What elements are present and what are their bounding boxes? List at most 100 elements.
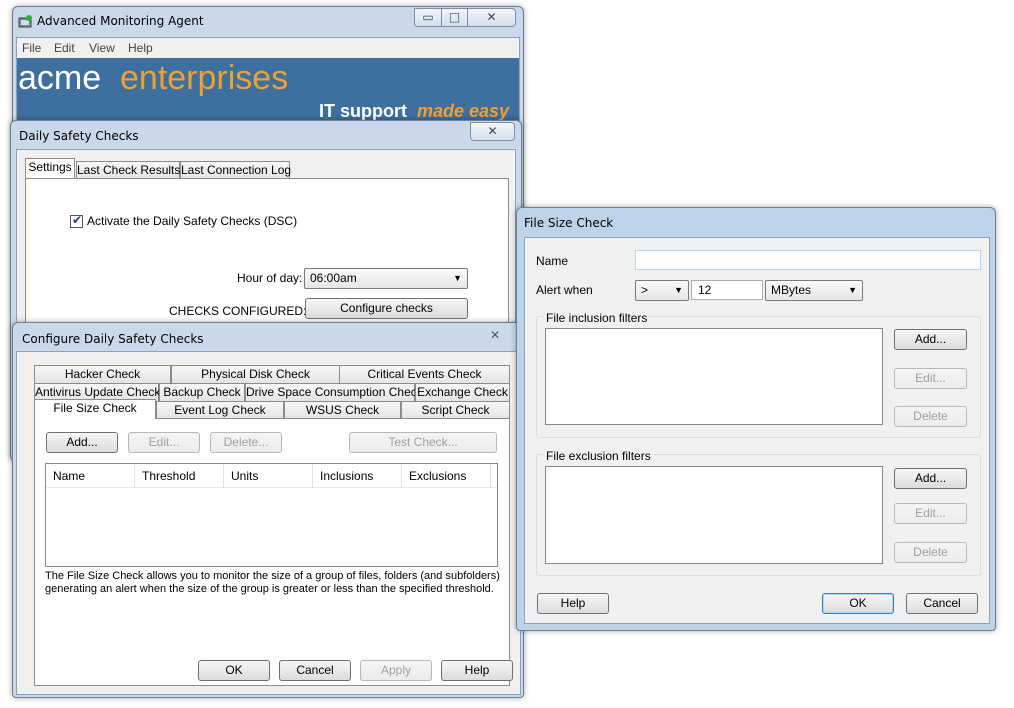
help-label: Help <box>464 663 490 677</box>
edit-label: Edit... <box>915 506 946 520</box>
column-exclusions[interactable]: Exclusions <box>402 464 491 488</box>
tab-label: Event Log Check <box>174 403 266 417</box>
tab-settings[interactable]: Settings <box>25 158 75 178</box>
tab-drive-space-consumption-check[interactable]: Drive Space Consumption Check <box>245 383 423 401</box>
brand-banner: acme enterprises IT support made easy <box>17 58 519 124</box>
tab-wsus-check[interactable]: WSUS Check <box>284 401 401 419</box>
tab-label: Exchange Check <box>417 385 508 399</box>
add-label: Add... <box>914 332 947 346</box>
tab-hacker-check[interactable]: Hacker Check <box>34 365 171 383</box>
add-label: Add... <box>66 435 98 449</box>
inclusion-delete-button[interactable]: Delete <box>894 406 967 427</box>
tab-label: Physical Disk Check <box>201 367 310 381</box>
minimize-button[interactable]: ▭ <box>414 8 442 27</box>
inclusion-add-button[interactable]: Add... <box>894 329 967 350</box>
inclusion-filters-label: File inclusion filters <box>544 311 650 325</box>
tab-last-check-results[interactable]: Last Check Results <box>76 161 180 179</box>
tab-last-check-results-label: Last Check Results <box>77 163 181 177</box>
file-size-dialog-titlebar[interactable]: File Size Check <box>517 208 995 236</box>
inclusion-edit-button[interactable]: Edit... <box>894 368 967 389</box>
checks-table[interactable]: Name Threshold Units Inclusions Exclusio… <box>45 463 498 567</box>
tab-event-log-check[interactable]: Event Log Check <box>156 401 284 419</box>
exclusion-delete-button[interactable]: Delete <box>894 542 967 563</box>
tab-label: Critical Events Check <box>367 367 482 381</box>
menu-view[interactable]: View <box>89 41 115 55</box>
tab-critical-events-check[interactable]: Critical Events Check <box>339 365 510 383</box>
exclusion-filters-label: File exclusion filters <box>544 449 653 463</box>
tab-exchange-check[interactable]: Exchange Check <box>415 383 510 401</box>
tab-last-connection-log[interactable]: Last Connection Log <box>180 161 291 179</box>
tab-physical-disk-check[interactable]: Physical Disk Check <box>171 365 340 383</box>
ok-button[interactable]: OK <box>198 660 270 681</box>
tab-script-check[interactable]: Script Check <box>401 401 510 419</box>
hour-select-value: 06:00am <box>310 271 357 285</box>
tab-label: File Size Check <box>53 401 137 415</box>
menu-file[interactable]: File <box>22 41 41 55</box>
operator-select[interactable]: > ▼ <box>635 280 689 301</box>
exclusion-filters-list[interactable] <box>545 466 883 564</box>
brand-tagline: made easy <box>417 101 510 121</box>
test-check-button[interactable]: Test Check... <box>349 432 497 453</box>
dsc-close-button[interactable]: ✕ <box>470 122 515 141</box>
add-check-button[interactable]: Add... <box>46 432 118 453</box>
column-name[interactable]: Name <box>46 464 135 488</box>
app-icon <box>18 15 32 29</box>
minimize-icon: ▭ <box>422 10 434 24</box>
exclusion-edit-button[interactable]: Edit... <box>894 503 967 524</box>
activate-label: Activate the Daily Safety Checks (DSC) <box>87 214 298 228</box>
table-header: Name Threshold Units Inclusions Exclusio… <box>46 464 497 488</box>
close-icon[interactable]: ✕ <box>490 328 500 342</box>
column-units[interactable]: Units <box>224 464 313 488</box>
tab-label: Drive Space Consumption Check <box>246 385 423 399</box>
hour-label: Hour of day: <box>237 271 303 285</box>
tab-label: Antivirus Update Check <box>35 385 161 399</box>
menu-edit[interactable]: Edit <box>54 41 75 55</box>
name-input[interactable] <box>635 250 981 270</box>
file-size-dialog: File Size Check Name Alert when > ▼ 12 M… <box>516 207 996 631</box>
close-button[interactable]: ✕ <box>467 8 516 27</box>
checkmark-icon: ✔ <box>72 213 83 227</box>
close-icon: ✕ <box>487 124 498 138</box>
menu-help[interactable]: Help <box>128 41 153 55</box>
delete-check-button[interactable]: Delete... <box>210 432 282 453</box>
inclusion-filters-list[interactable] <box>545 328 883 425</box>
dsc-dialog-title: Daily Safety Checks <box>19 129 139 143</box>
brand-acme: acme <box>18 59 102 97</box>
alert-when-label: Alert when <box>536 283 593 297</box>
column-inclusions[interactable]: Inclusions <box>313 464 402 488</box>
exclusion-add-button[interactable]: Add... <box>894 468 967 489</box>
dropdown-arrow-icon: ▼ <box>848 285 857 295</box>
maximize-button[interactable]: □ <box>441 8 468 27</box>
threshold-input[interactable]: 12 <box>691 280 763 300</box>
configure-dialog: Configure Daily Safety Checks ✕ Hacker C… <box>12 322 524 698</box>
main-window-title: Advanced Monitoring Agent <box>37 14 204 28</box>
apply-button[interactable]: Apply <box>360 660 432 681</box>
units-value: MBytes <box>771 283 812 297</box>
tab-label: Hacker Check <box>64 367 141 381</box>
name-label: Name <box>536 254 569 268</box>
file-size-check-pane: Add... Edit... Delete... Test Check... N… <box>34 418 513 686</box>
edit-check-button[interactable]: Edit... <box>128 432 200 453</box>
checks-configured: CHECKS CONFIGURED:9 <box>169 304 314 318</box>
delete-label: Delete <box>913 545 948 559</box>
configure-checks-button[interactable]: Configure checks <box>305 298 468 319</box>
close-icon: ✕ <box>486 10 497 24</box>
tab-file-size-check[interactable]: File Size Check <box>34 399 156 419</box>
delete-label: Delete <box>913 409 948 423</box>
edit-label: Edit... <box>915 371 946 385</box>
configure-dialog-titlebar[interactable]: Configure Daily Safety Checks ✕ <box>13 323 523 351</box>
ok-label: OK <box>225 663 243 677</box>
configure-dialog-body: Hacker Check Physical Disk Check Critica… <box>16 351 521 695</box>
help-button[interactable]: Help <box>441 660 513 681</box>
fsc-help-button[interactable]: Help <box>537 593 609 614</box>
hour-select[interactable]: 06:00am ▼ <box>304 268 468 289</box>
tab-backup-check[interactable]: Backup Check <box>159 383 245 401</box>
dsc-dialog-titlebar[interactable]: Daily Safety Checks ✕ <box>11 121 521 149</box>
column-threshold[interactable]: Threshold <box>135 464 224 488</box>
units-select[interactable]: MBytes ▼ <box>765 280 863 301</box>
cancel-button[interactable]: Cancel <box>279 660 351 681</box>
fsc-cancel-button[interactable]: Cancel <box>906 593 978 614</box>
activate-checkbox[interactable]: ✔ <box>70 213 83 228</box>
main-window-titlebar[interactable]: Advanced Monitoring Agent ▭ □ ✕ <box>13 7 523 35</box>
fsc-ok-button[interactable]: OK <box>822 593 894 614</box>
